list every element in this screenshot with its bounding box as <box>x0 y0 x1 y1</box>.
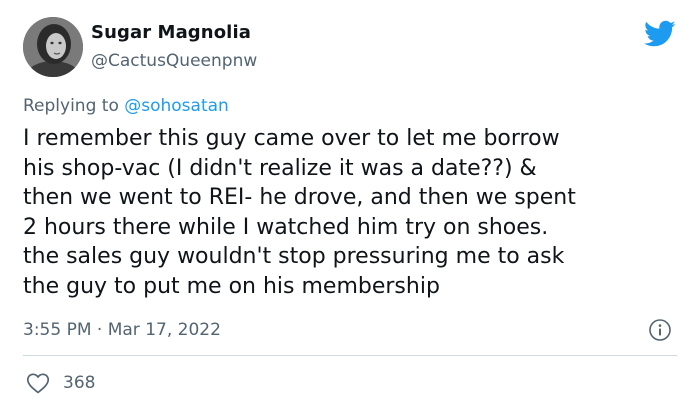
replying-to-label: Replying to <box>23 96 125 116</box>
author-display-name[interactable]: Sugar Magnolia <box>91 22 251 43</box>
info-icon[interactable] <box>648 318 672 342</box>
twitter-bird-icon[interactable] <box>644 20 676 48</box>
author-handle[interactable]: @CactusQueenpnw <box>91 51 257 71</box>
tweet-text-line: the guy to put me on his membership <box>23 273 440 299</box>
tweet-text-line: 2 hours there while I watched him try on… <box>23 214 549 240</box>
avatar-image <box>23 17 83 77</box>
heart-icon[interactable] <box>26 372 50 394</box>
tweet-text-line: the sales guy wouldn't stop pressuring m… <box>23 244 565 269</box>
tweet-text-line: his shop-vac (I didn't realize it was a … <box>23 155 537 181</box>
replying-to-line: Replying to @sohosatan <box>23 96 229 116</box>
tweet-text-line: then we went to REI- he drove, and then … <box>23 185 576 210</box>
tweet-text-line: I remember this guy came over to let me … <box>23 126 560 151</box>
tweet-text: I remember this guy came over to let me … <box>23 124 683 301</box>
avatar[interactable] <box>23 17 83 77</box>
reply-mention-link[interactable]: @sohosatan <box>124 96 229 116</box>
tweet-timestamp[interactable]: 3:55 PM · Mar 17, 2022 <box>23 320 221 340</box>
divider <box>23 355 677 356</box>
like-count: 368 <box>63 373 96 393</box>
